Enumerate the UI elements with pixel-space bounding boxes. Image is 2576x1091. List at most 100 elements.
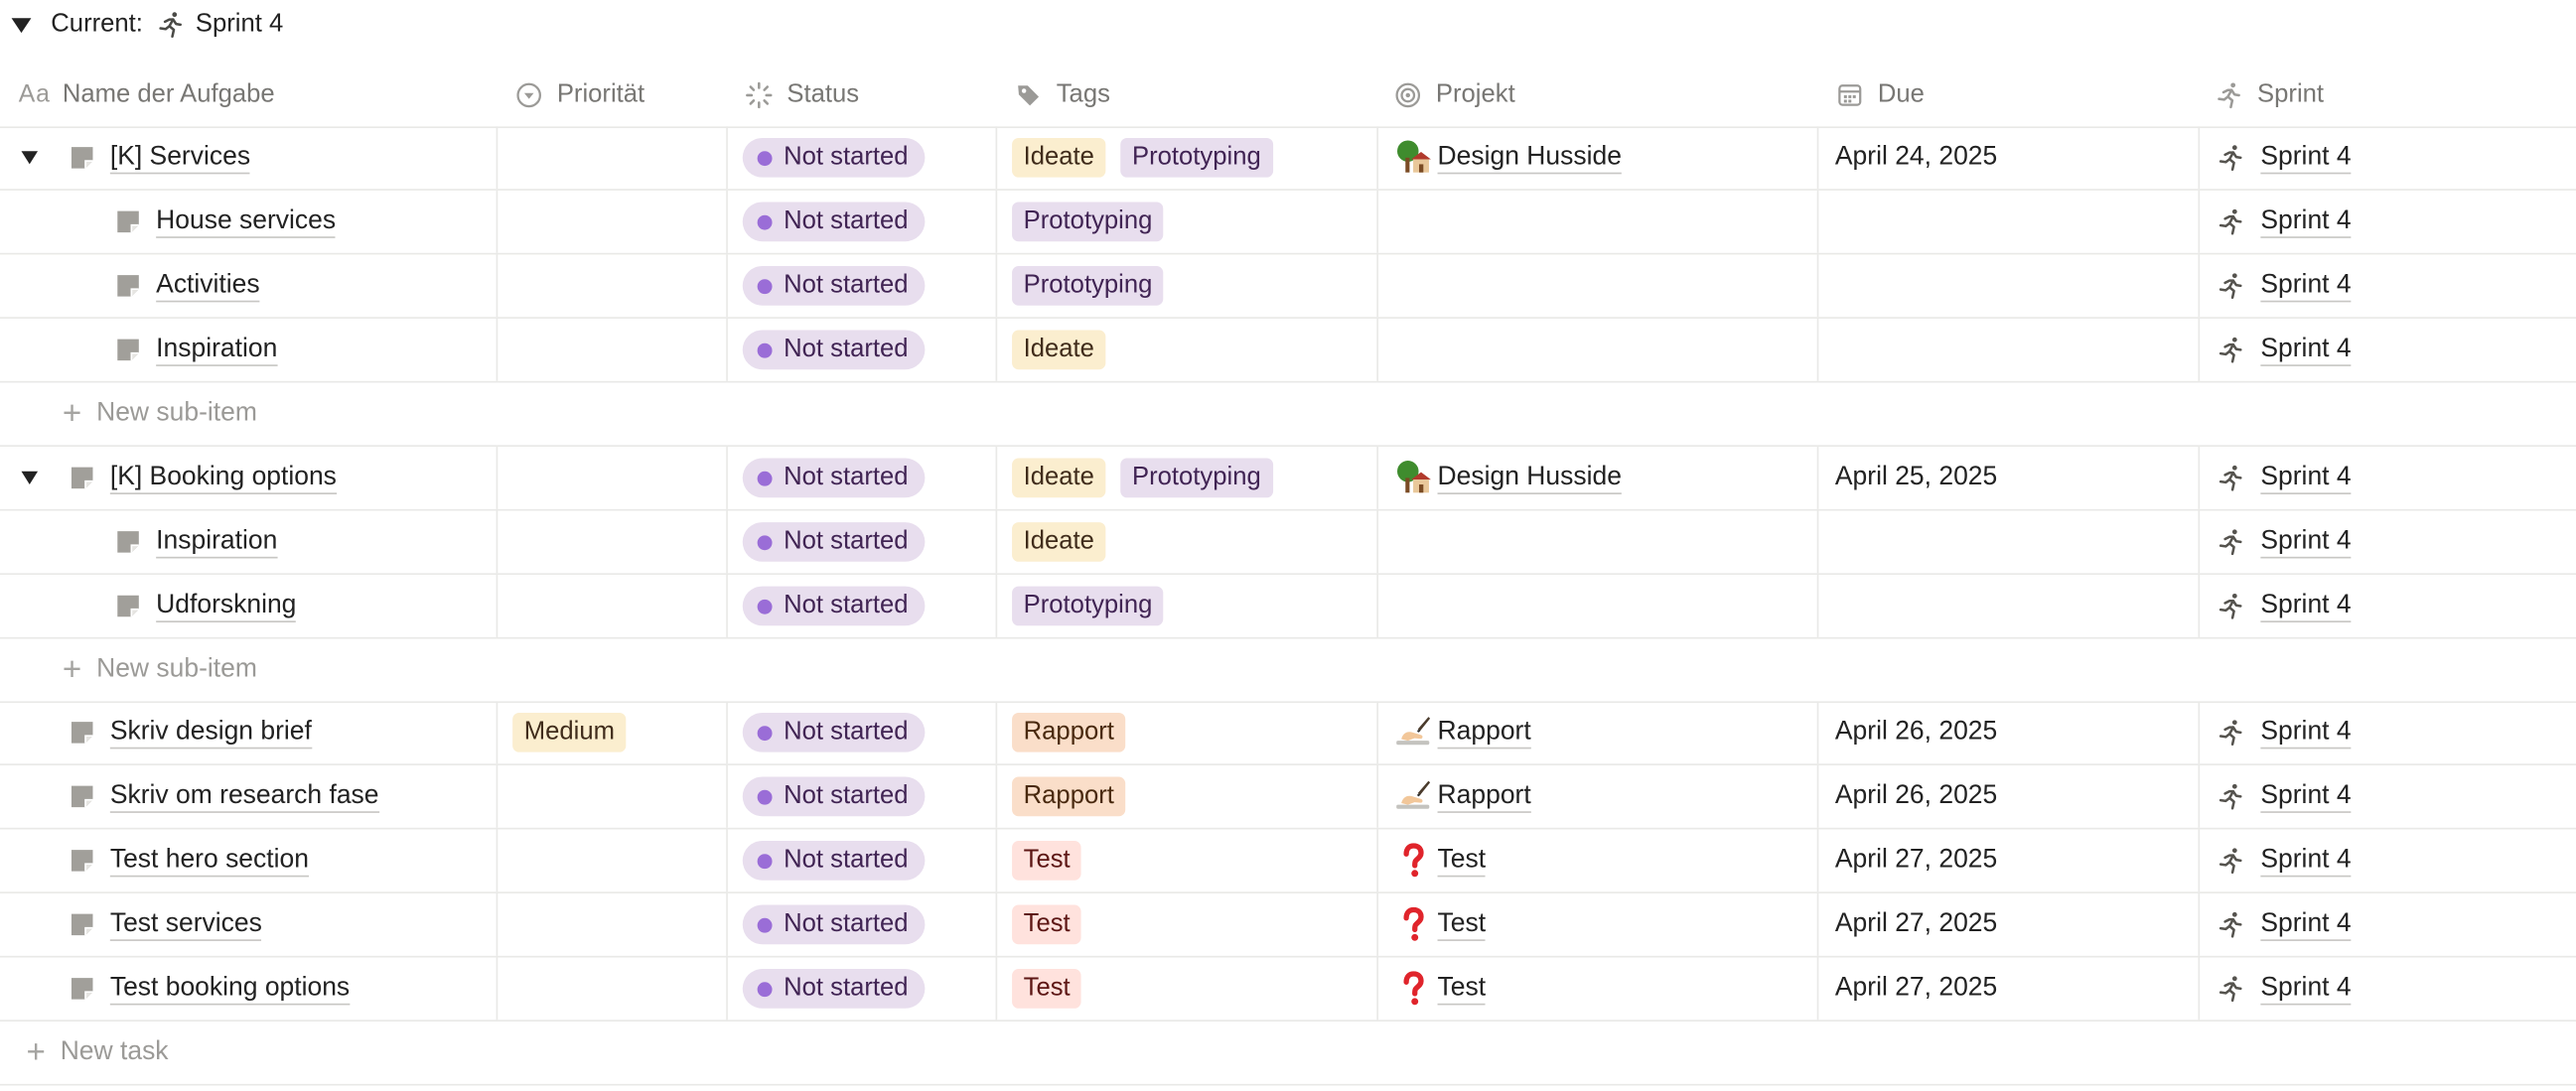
project-cell[interactable]: Rapport <box>1391 701 1531 763</box>
col-sprint[interactable]: Sprint <box>2212 63 2324 127</box>
project-cell[interactable]: Test <box>1391 957 1487 1020</box>
task-name-cell[interactable]: Skriv om research fase <box>69 765 379 828</box>
sprint-link[interactable]: Sprint 4 <box>2260 844 2352 878</box>
status-cell[interactable]: Not started <box>742 191 926 253</box>
col-status[interactable]: Status <box>741 63 859 127</box>
tags-cell[interactable]: Prototyping <box>1012 191 1179 253</box>
sprint-cell[interactable]: Sprint 4 <box>2215 701 2352 763</box>
col-tags[interactable]: Tags <box>1010 63 1110 127</box>
tags-cell[interactable]: Test <box>1012 957 1096 1020</box>
project-link[interactable]: Rapport <box>1437 716 1531 750</box>
new-sub-item-row[interactable]: + New sub-item <box>0 639 2576 704</box>
col-priority[interactable]: Priorität <box>510 63 644 127</box>
status-cell[interactable]: Not started <box>742 765 926 828</box>
task-name-cell[interactable]: Inspiration <box>115 510 278 573</box>
tags-cell[interactable]: Ideate Prototyping <box>1012 447 1287 509</box>
sprint-link[interactable]: Sprint 4 <box>2260 716 2352 750</box>
sprint-link[interactable]: Sprint 4 <box>2260 908 2352 941</box>
due-cell[interactable]: April 25, 2025 <box>1835 447 1997 509</box>
task-title[interactable]: Activities <box>156 269 260 303</box>
status-cell[interactable]: Not started <box>742 126 926 189</box>
project-link[interactable]: Rapport <box>1437 780 1531 813</box>
collapse-group-toggle[interactable] <box>0 17 43 33</box>
task-title[interactable]: [K] Services <box>109 141 251 175</box>
due-cell[interactable]: April 26, 2025 <box>1835 701 1997 763</box>
task-name-cell[interactable]: Skriv design brief <box>69 701 312 763</box>
status-cell[interactable]: Not started <box>742 447 926 509</box>
task-title[interactable]: [K] Booking options <box>109 462 337 494</box>
sprint-link[interactable]: Sprint 4 <box>2260 269 2352 303</box>
task-name-cell[interactable]: [K] Booking options <box>69 447 337 509</box>
new-sub-item-button[interactable]: + New sub-item <box>63 382 257 445</box>
tags-cell[interactable]: Test <box>1012 829 1096 891</box>
task-name-cell[interactable]: Udforskning <box>115 575 297 637</box>
project-link[interactable]: Test <box>1437 908 1487 941</box>
project-cell[interactable]: Design Husside <box>1391 447 1622 509</box>
sprint-cell[interactable]: Sprint 4 <box>2215 191 2352 253</box>
task-title[interactable]: Test hero section <box>109 844 309 878</box>
sprint-cell[interactable]: Sprint 4 <box>2215 319 2352 381</box>
project-link[interactable]: Test <box>1437 844 1487 878</box>
new-task-button[interactable]: + New task <box>26 1022 168 1084</box>
task-title[interactable]: Inspiration <box>156 334 278 366</box>
new-sub-item-row[interactable]: + New sub-item <box>0 382 2576 447</box>
task-title[interactable]: Test services <box>109 908 262 941</box>
tags-cell[interactable]: Test <box>1012 893 1096 956</box>
status-cell[interactable]: Not started <box>742 701 926 763</box>
task-name-cell[interactable]: Test services <box>69 893 262 956</box>
due-cell[interactable]: April 24, 2025 <box>1835 126 1997 189</box>
sprint-cell[interactable]: Sprint 4 <box>2215 829 2352 891</box>
task-title[interactable]: Udforskning <box>156 590 297 622</box>
tags-cell[interactable]: Ideate <box>1012 510 1120 573</box>
status-cell[interactable]: Not started <box>742 575 926 637</box>
sprint-link[interactable]: Sprint 4 <box>2260 525 2352 559</box>
project-cell[interactable]: Rapport <box>1391 765 1531 828</box>
priority-cell[interactable]: Medium <box>512 701 641 763</box>
task-title[interactable]: Skriv om research fase <box>109 780 379 813</box>
project-cell[interactable]: Test <box>1391 829 1487 891</box>
status-cell[interactable]: Not started <box>742 893 926 956</box>
expand-toggle[interactable] <box>18 126 41 189</box>
sprint-cell[interactable]: Sprint 4 <box>2215 893 2352 956</box>
due-cell[interactable]: April 26, 2025 <box>1835 765 1997 828</box>
status-cell[interactable]: Not started <box>742 957 926 1020</box>
due-cell[interactable]: April 27, 2025 <box>1835 893 1997 956</box>
sprint-cell[interactable]: Sprint 4 <box>2215 575 2352 637</box>
sprint-link[interactable]: Sprint 4 <box>2260 462 2352 494</box>
sprint-link[interactable]: Sprint 4 <box>2260 780 2352 813</box>
project-link[interactable]: Design Husside <box>1437 141 1622 175</box>
task-name-cell[interactable]: [K] Services <box>69 126 251 189</box>
task-title[interactable]: House services <box>156 205 337 238</box>
project-cell[interactable]: Test <box>1391 893 1487 956</box>
due-cell[interactable]: April 27, 2025 <box>1835 957 1997 1020</box>
sprint-cell[interactable]: Sprint 4 <box>2215 957 2352 1020</box>
task-name-cell[interactable]: Inspiration <box>115 319 278 381</box>
tags-cell[interactable]: Prototyping <box>1012 254 1179 317</box>
sprint-cell[interactable]: Sprint 4 <box>2215 765 2352 828</box>
due-cell[interactable]: April 27, 2025 <box>1835 829 1997 891</box>
task-name-cell[interactable]: Test booking options <box>69 957 351 1020</box>
task-title[interactable]: Skriv design brief <box>109 716 312 750</box>
sprint-link[interactable]: Sprint 4 <box>2260 972 2352 1006</box>
sprint-link[interactable]: Sprint 4 <box>2260 590 2352 622</box>
expand-toggle[interactable] <box>18 447 41 509</box>
project-cell[interactable]: Design Husside <box>1391 126 1622 189</box>
sprint-link[interactable]: Sprint 4 <box>2260 334 2352 366</box>
tags-cell[interactable]: Ideate <box>1012 319 1120 381</box>
status-cell[interactable]: Not started <box>742 319 926 381</box>
task-name-cell[interactable]: Test hero section <box>69 829 309 891</box>
tags-cell[interactable]: Rapport <box>1012 765 1140 828</box>
sprint-cell[interactable]: Sprint 4 <box>2215 447 2352 509</box>
tags-cell[interactable]: Ideate Prototyping <box>1012 126 1287 189</box>
task-name-cell[interactable]: Activities <box>115 254 260 317</box>
sprint-link[interactable]: Sprint 4 <box>2260 141 2352 175</box>
status-cell[interactable]: Not started <box>742 510 926 573</box>
col-project[interactable]: Projekt <box>1390 63 1515 127</box>
task-title[interactable]: Inspiration <box>156 525 278 559</box>
tags-cell[interactable]: Rapport <box>1012 701 1140 763</box>
project-link[interactable]: Design Husside <box>1437 462 1622 494</box>
sprint-link[interactable]: Sprint 4 <box>2260 205 2352 238</box>
tags-cell[interactable]: Prototyping <box>1012 575 1179 637</box>
project-link[interactable]: Test <box>1437 972 1487 1006</box>
sprint-cell[interactable]: Sprint 4 <box>2215 510 2352 573</box>
